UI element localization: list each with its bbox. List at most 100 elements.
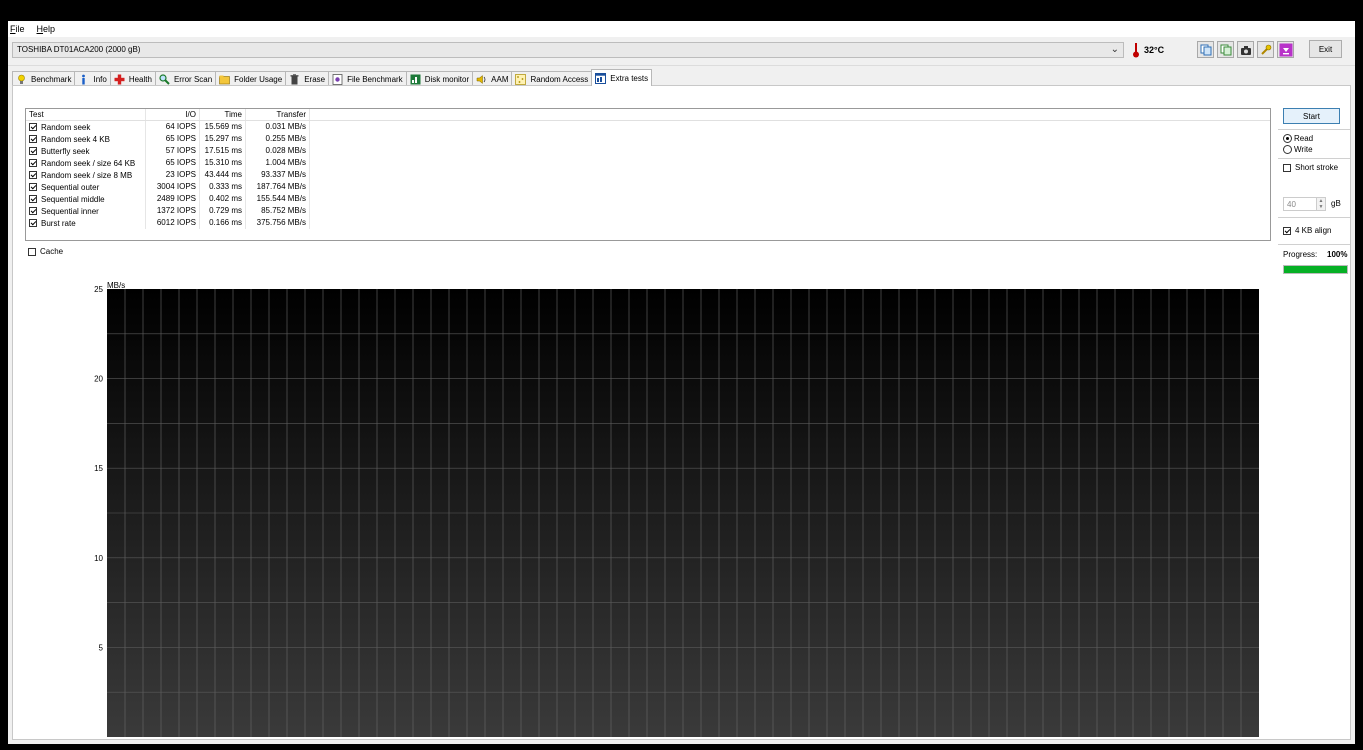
test-checkbox[interactable]: [29, 123, 37, 131]
transfer-cell: 0.255 MB/s: [246, 133, 310, 145]
exit-button[interactable]: Exit: [1309, 40, 1342, 58]
transfer-cell: 187.764 MB/s: [246, 181, 310, 193]
test-checkbox[interactable]: [29, 147, 37, 155]
cache-checkbox-box[interactable]: [28, 247, 36, 256]
table-row[interactable]: Sequential middle 2489 IOPS 0.402 ms 155.54…: [26, 193, 1270, 205]
align-4kb-box[interactable]: [1283, 226, 1291, 235]
menu-help[interactable]: Help: [37, 24, 56, 34]
disk-monitor-icon: [410, 74, 421, 85]
tab-error-scan[interactable]: Error Scan: [154, 71, 217, 86]
test-checkbox[interactable]: [29, 171, 37, 179]
test-name: Sequential middle: [41, 194, 105, 204]
tab-folder-usage[interactable]: Folder Usage: [215, 71, 287, 86]
table-row[interactable]: Burst rate 6012 IOPS 0.166 ms 375.756 MB/s: [26, 217, 1270, 229]
test-cell: Sequential middle: [26, 193, 146, 205]
control-sidebar: Start Read Write Short stroke 40 ▲▼ gB: [1275, 86, 1352, 386]
write-radio[interactable]: Write: [1283, 145, 1313, 154]
divider: [1278, 244, 1350, 245]
extra-tests-panel: Test I/O Time Transfer Random seek 64 IOP…: [12, 85, 1351, 740]
time-cell: 0.402 ms: [200, 193, 246, 205]
read-radio[interactable]: Read: [1283, 134, 1313, 143]
read-label: Read: [1294, 134, 1314, 143]
options-button[interactable]: [1257, 41, 1274, 58]
tab-random-access[interactable]: Random Access: [511, 71, 593, 86]
table-row[interactable]: Random seek / size 8 MB 23 IOPS 43.444 ms 9…: [26, 169, 1270, 181]
test-checkbox[interactable]: [29, 135, 37, 143]
tab-aam[interactable]: AAM: [472, 71, 513, 86]
chevron-down-icon: ⌄: [1110, 44, 1119, 55]
table-row[interactable]: Sequential outer 3004 IOPS 0.333 ms 187.764…: [26, 181, 1270, 193]
folder-icon: [219, 74, 230, 85]
copy-button[interactable]: [1197, 41, 1214, 58]
tab-health[interactable]: Health: [109, 71, 156, 86]
menu-bar: File Help: [8, 21, 1355, 37]
io-cell: 2489 IOPS: [146, 193, 200, 205]
divider: [1278, 217, 1350, 218]
table-row[interactable]: Random seek / size 64 KB 65 IOPS 15.310 ms…: [26, 157, 1270, 169]
thermometer-icon: [1133, 43, 1139, 58]
y-tick-label: 10: [94, 554, 103, 563]
bulb-icon: [16, 74, 27, 85]
io-cell: 23 IOPS: [146, 169, 200, 181]
tab-label: Random Access: [530, 74, 589, 84]
copy-all-button[interactable]: [1217, 41, 1234, 58]
short-stroke-box[interactable]: [1283, 163, 1291, 172]
menu-file[interactable]: File: [10, 24, 25, 34]
stroke-size-stepper[interactable]: 40 ▲ ▼: [1283, 197, 1326, 211]
tab-extra-tests[interactable]: Extra tests: [591, 69, 653, 86]
short-stroke-checkbox[interactable]: Short stroke: [1283, 163, 1338, 172]
time-cell: 0.333 ms: [200, 181, 246, 193]
tab-info[interactable]: Info: [74, 71, 111, 86]
transfer-cell: 155.544 MB/s: [246, 193, 310, 205]
time-cell: 15.569 ms: [200, 121, 246, 133]
y-tick-label: 5: [99, 643, 104, 652]
tab-label: File Benchmark: [347, 74, 403, 84]
stepper-arrows-icon[interactable]: ▲ ▼: [1316, 198, 1325, 210]
trash-icon: [289, 73, 300, 85]
io-cell: 6012 IOPS: [146, 217, 200, 229]
transfer-cell: 0.028 MB/s: [246, 145, 310, 157]
test-checkbox[interactable]: [29, 159, 37, 167]
test-name: Random seek / size 64 KB: [41, 158, 136, 168]
cache-checkbox[interactable]: Cache: [28, 247, 63, 256]
copy-icon: [1200, 44, 1211, 55]
progress-value: 100%: [1327, 250, 1348, 259]
app-window: File Help TOSHIBA DT01ACA200 (2000 gB) ⌄…: [8, 21, 1355, 744]
table-row[interactable]: Sequential inner 1372 IOPS 0.729 ms 85.752 …: [26, 205, 1270, 217]
camera-icon: [1240, 45, 1251, 55]
tab-disk-monitor[interactable]: Disk monitor: [405, 71, 474, 86]
write-radio-dot[interactable]: [1283, 145, 1292, 154]
time-cell: 17.515 ms: [200, 145, 246, 157]
stroke-unit-label: gB: [1331, 199, 1341, 208]
drive-select[interactable]: TOSHIBA DT01ACA200 (2000 gB) ⌄: [12, 42, 1124, 58]
screenshot-button[interactable]: [1237, 41, 1254, 58]
test-cell: Sequential inner: [26, 205, 146, 217]
transfer-cell: 93.337 MB/s: [246, 169, 310, 181]
tab-label: Benchmark: [31, 74, 72, 84]
magnifier-icon: [159, 73, 170, 85]
health-cross-icon: [114, 74, 125, 85]
table-row[interactable]: Random seek 4 KB 65 IOPS 15.297 ms 0.255 MB…: [26, 133, 1270, 145]
table-row[interactable]: Butterfly seek 57 IOPS 17.515 ms 0.028 MB/s: [26, 145, 1270, 157]
test-checkbox[interactable]: [29, 183, 37, 191]
read-radio-dot[interactable]: [1283, 134, 1292, 143]
file-benchmark-icon: [332, 73, 343, 85]
tab-label: Folder Usage: [234, 74, 283, 84]
tab-file-benchmark[interactable]: File Benchmark: [328, 71, 407, 86]
transfer-cell: 85.752 MB/s: [246, 205, 310, 217]
test-cell: Sequential outer: [26, 181, 146, 193]
download-button[interactable]: [1277, 41, 1294, 58]
test-checkbox[interactable]: [29, 195, 37, 203]
align-4kb-checkbox[interactable]: 4 KB align: [1283, 226, 1331, 235]
table-row[interactable]: Random seek 64 IOPS 15.569 ms 0.031 MB/s: [26, 121, 1270, 133]
start-button[interactable]: Start: [1283, 108, 1340, 124]
test-cell: Butterfly seek: [26, 145, 146, 157]
tab-benchmark[interactable]: Benchmark: [12, 71, 76, 86]
test-checkbox[interactable]: [29, 207, 37, 215]
tab-erase[interactable]: Erase: [285, 71, 330, 86]
test-cell: Random seek: [26, 121, 146, 133]
test-cell: Random seek / size 64 KB: [26, 157, 146, 169]
progress-bar: [1283, 265, 1348, 274]
test-checkbox[interactable]: [29, 219, 37, 227]
test-cell: Random seek / size 8 MB: [26, 169, 146, 181]
